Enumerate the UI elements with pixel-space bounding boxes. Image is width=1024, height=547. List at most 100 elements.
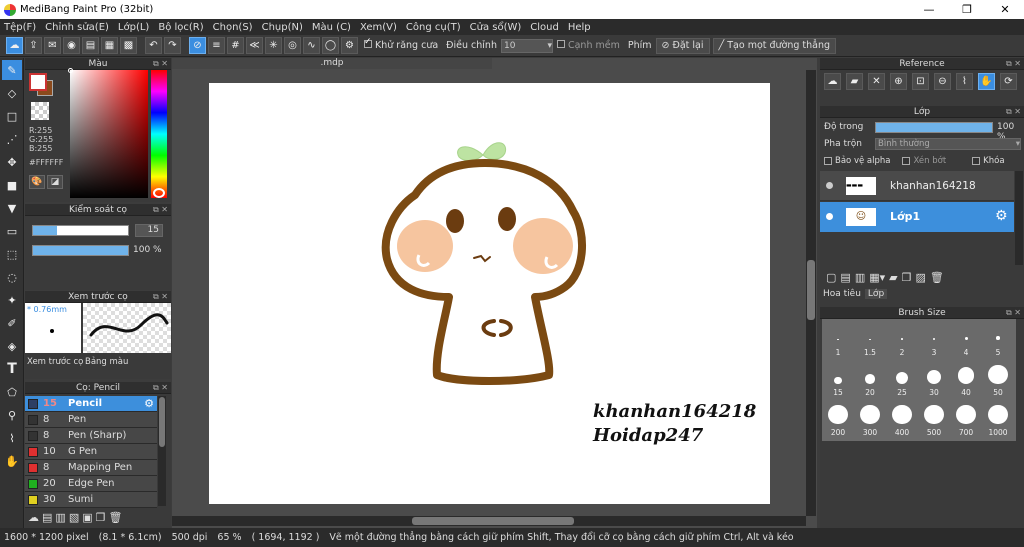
new-halftone-layer-icon[interactable]: ▤ [840,271,850,284]
tab-layer[interactable]: Lớp [864,289,888,299]
undo-icon[interactable]: ↶ [145,37,162,54]
move-tool-icon[interactable]: ✥ [2,152,22,172]
brush-list-scrollbar[interactable] [158,396,166,506]
menu-view[interactable]: Xem(V) [360,22,397,33]
lasso-tool-icon[interactable]: ◌ [2,267,22,287]
brush-size-cell[interactable]: 700 [950,399,982,439]
speech-icon[interactable]: ◉ [63,37,80,54]
menu-snap[interactable]: Chụp(N) [262,22,303,33]
menu-help[interactable]: Help [568,22,591,33]
brush-size-cell[interactable]: 40 [950,359,982,399]
brush-settings-icon[interactable]: ▧ [69,511,79,524]
snap-radial-icon[interactable]: ✳ [265,37,282,54]
layer-list-scrollbar[interactable] [1015,171,1023,265]
hand-icon[interactable]: ✋ [978,72,995,90]
hand-tool-icon[interactable]: ✋ [2,451,22,471]
adjust-select[interactable]: 10 ▾ [500,38,553,53]
share-icon[interactable]: ⇪ [25,37,42,54]
shape-tool-icon[interactable]: □ [2,106,22,126]
soft-edge-checkbox[interactable] [556,40,565,48]
fill-rect-tool-icon[interactable]: ■ [2,175,22,195]
magic-wand-tool-icon[interactable]: ✦ [2,290,22,310]
brush-size-cell[interactable]: 2 [886,319,918,359]
eraser-tool-icon[interactable]: ◇ [2,83,22,103]
menu-edit[interactable]: Chỉnh sửa(E) [45,22,109,33]
hue-slider[interactable] [151,70,167,198]
folder-icon[interactable]: ▣ [82,511,92,524]
brush-size-cell[interactable]: 5 [982,319,1014,359]
document-icon[interactable]: ▤ [82,37,99,54]
brush-list-item[interactable]: 8 Pen [25,412,157,428]
delete-layer-icon[interactable]: 🗑 [930,271,944,284]
text-tool-icon[interactable]: T [2,359,22,379]
brush-tool-icon[interactable]: ✎ [2,60,22,80]
zoom-in-icon[interactable]: ⊕ [890,72,907,90]
add-brush-icon[interactable]: ▤ [42,511,52,524]
menu-window[interactable]: Cửa sổ(W) [470,22,522,33]
eyedropper-tool-icon[interactable]: ⌇ [2,428,22,448]
duplicate-layer-icon[interactable]: ❐ [902,271,912,284]
drawing-paper[interactable]: khanhan164218 Hoidap247 [209,83,770,504]
cloud-icon[interactable]: ☁ [824,72,841,90]
antialias-checkbox[interactable] [364,37,372,48]
minimize-button[interactable]: — [910,0,948,19]
brush-opacity-slider[interactable] [32,245,129,256]
cloud-icon[interactable]: ☁ [6,37,23,54]
protect-alpha-checkbox[interactable] [824,157,832,165]
brush-size-cell[interactable]: 4 [950,319,982,359]
pin-icon[interactable]: ⧉ ✕ [1006,106,1021,118]
menu-cloud[interactable]: Cloud [530,22,559,33]
document-tab[interactable]: .mdp [172,58,492,69]
brush-size-cell[interactable]: 500 [918,399,950,439]
lock-checkbox[interactable] [972,157,981,165]
bucket-tool-icon[interactable]: ▼ [2,198,22,218]
brush-size-cell[interactable]: 200 [822,399,854,439]
new-8bit-layer-icon[interactable]: ▥ [855,271,865,284]
snap-settings-icon[interactable]: ⚙ [341,37,358,54]
snap-grid-icon[interactable]: # [227,37,244,54]
menu-file[interactable]: Tệp(F) [4,22,36,33]
hue-handle[interactable] [153,188,165,198]
brush-size-cell[interactable]: 15 [822,359,854,399]
merge-layer-icon[interactable]: ▨ [915,271,925,284]
brush-size-cell[interactable]: 25 [886,359,918,399]
pin-icon[interactable]: ⧉ ✕ [153,58,168,70]
snap-ellipse-icon[interactable]: ◯ [322,37,339,54]
select-pen-tool-icon[interactable]: ✐ [2,313,22,333]
snap-curve-icon[interactable]: ∿ [303,37,320,54]
snap-circle-icon[interactable]: ◎ [284,37,301,54]
clipping-checkbox[interactable] [902,157,911,165]
brush-list-item[interactable]: 15 Pencil ⚙ [25,396,157,412]
add-layer-menu-icon[interactable]: ▦▾ [869,271,885,284]
new-layer-icon[interactable]: ▢ [826,271,836,284]
brush-list-item[interactable]: 10 G Pen [25,444,157,460]
color-history-icon[interactable]: ◪ [47,175,63,189]
snap-parallel-icon[interactable]: ≡ [208,37,225,54]
close-button[interactable]: ✕ [986,0,1024,19]
redo-icon[interactable]: ↷ [164,37,181,54]
close-icon[interactable]: ✕ [868,72,885,90]
brush-size-cell[interactable]: 400 [886,399,918,439]
visibility-eye-icon[interactable] [826,213,833,220]
transparent-swatch[interactable] [31,102,49,120]
layer-row-active[interactable]: ☺ Lớp1 ⚙ [820,202,1014,232]
menu-filter[interactable]: Bộ lọc(R) [158,22,203,33]
menu-select[interactable]: Chọn(S) [213,22,253,33]
dropper-tool-icon[interactable]: ⚲ [2,405,22,425]
select-rect-tool-icon[interactable]: ⬚ [2,244,22,264]
cloud-download-icon[interactable]: ☁ [28,511,39,524]
zoom-out-icon[interactable]: ⊖ [934,72,951,90]
menu-tools[interactable]: Công cụ(T) [406,22,461,33]
tab-brush-preview[interactable]: Xem trước cọ [27,357,83,367]
straight-line-button[interactable]: ╱ Tạo mọt đường thẳng [712,37,837,54]
brush-size-cell[interactable]: 30 [918,359,950,399]
fit-icon[interactable]: ⊡ [912,72,929,90]
gradient-tool-icon[interactable]: ▭ [2,221,22,241]
snap-off-icon[interactable]: ⊘ [189,37,206,54]
brush-list-item[interactable]: 30 Sumi [25,492,157,508]
comment-icon[interactable]: ✉ [44,37,61,54]
brush-list-item[interactable]: 20 Edge Pen [25,476,157,492]
open-folder-icon[interactable]: ▰ [846,72,863,90]
menu-color[interactable]: Màu (C) [312,22,351,33]
brush-size-cell[interactable]: 50 [982,359,1014,399]
